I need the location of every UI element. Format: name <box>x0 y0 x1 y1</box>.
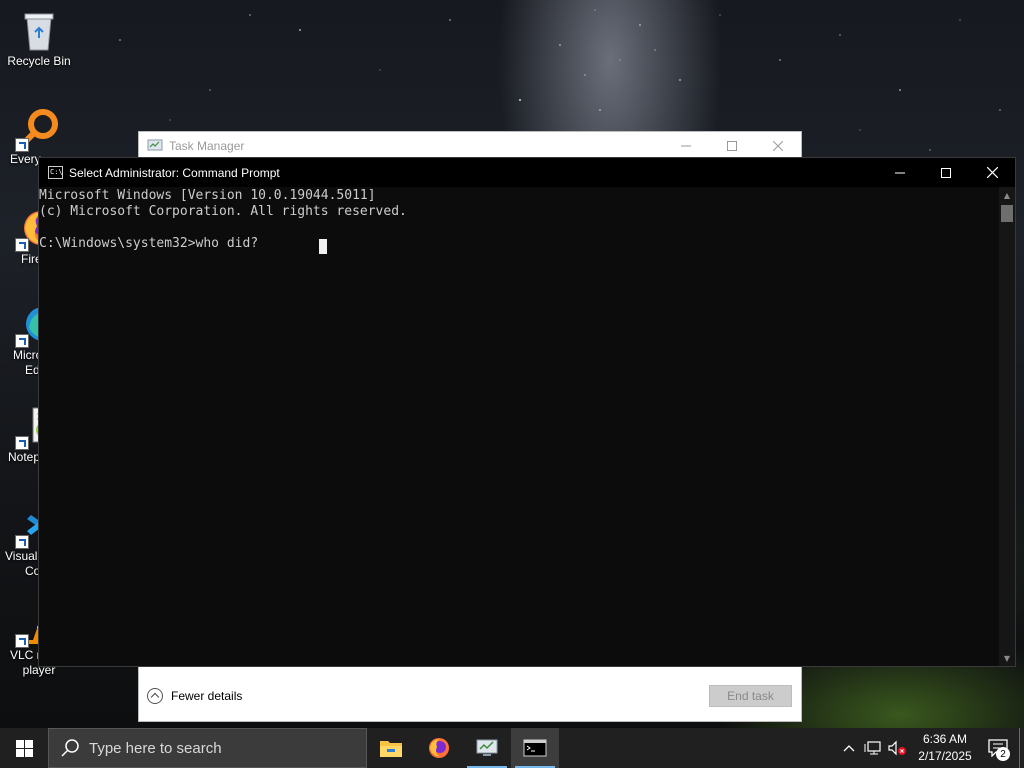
everything-search-icon <box>15 106 61 152</box>
taskbar-task-manager[interactable] <box>463 728 511 768</box>
minimize-icon <box>895 172 905 173</box>
file-explorer-icon <box>380 741 402 757</box>
close-icon <box>986 167 998 178</box>
close-button[interactable] <box>755 132 801 160</box>
notification-count-badge: 2 <box>996 747 1010 761</box>
shortcut-arrow-icon <box>15 238 29 252</box>
taskbar: Type here to search 6:36 AM 2/17/2025 2 <box>0 728 1024 768</box>
taskbar-file-explorer[interactable] <box>367 728 415 768</box>
start-button[interactable] <box>0 728 48 768</box>
minimize-button[interactable] <box>877 158 923 187</box>
command-prompt-title: Select Administrator: Command Prompt <box>69 165 280 180</box>
shortcut-arrow-icon <box>15 436 29 450</box>
show-desktop-button[interactable] <box>1019 728 1024 768</box>
desktop-icon-label: Recycle Bin <box>7 54 71 68</box>
end-task-button[interactable]: End task <box>709 685 792 707</box>
taskbar-firefox[interactable] <box>415 728 463 768</box>
console-output[interactable]: Microsoft Windows [Version 10.0.19044.50… <box>39 187 999 666</box>
volume-muted-icon <box>888 740 906 756</box>
system-tray: 6:36 AM 2/17/2025 2 <box>837 728 1024 768</box>
shortcut-arrow-icon <box>15 634 29 648</box>
command-prompt-window[interactable]: C:\ Select Administrator: Command Prompt… <box>38 157 1016 667</box>
recycle-bin-icon <box>17 8 61 52</box>
chevron-up-icon <box>843 745 855 752</box>
fewer-details-button[interactable]: Fewer details <box>147 688 242 704</box>
clock-date: 2/17/2025 <box>918 749 972 763</box>
minimize-button[interactable] <box>663 132 709 160</box>
task-manager-titlebar[interactable]: Task Manager <box>139 132 801 160</box>
firefox-icon <box>429 738 449 758</box>
shortcut-arrow-icon <box>15 334 29 348</box>
desktop-icon-recycle-bin[interactable]: Recycle Bin <box>0 8 78 69</box>
taskbar-command-prompt[interactable] <box>511 728 559 768</box>
maximize-icon <box>941 167 951 178</box>
network-button[interactable] <box>861 728 885 768</box>
text-cursor <box>319 239 327 254</box>
close-button[interactable] <box>969 158 1015 187</box>
scrollbar-thumb[interactable] <box>1001 205 1013 222</box>
minimize-icon <box>681 145 691 147</box>
shortcut-arrow-icon <box>15 535 29 549</box>
maximize-button[interactable] <box>709 132 755 160</box>
command-prompt-titlebar[interactable]: C:\ Select Administrator: Command Prompt <box>39 158 1015 187</box>
scroll-up-arrow-icon[interactable]: ▲ <box>999 188 1015 202</box>
clock-time: 6:36 AM <box>922 732 968 746</box>
action-center-button[interactable]: 2 <box>977 728 1019 768</box>
console-line: Microsoft Windows [Version 10.0.19044.50… <box>39 188 376 203</box>
chevron-up-circle-icon <box>147 688 163 704</box>
command-prompt-icon <box>523 739 547 757</box>
maximize-button[interactable] <box>923 158 969 187</box>
vertical-scrollbar[interactable]: ▲ ▼ <box>999 187 1015 666</box>
close-icon <box>773 141 783 151</box>
shortcut-arrow-icon <box>15 138 29 152</box>
search-icon <box>61 738 81 758</box>
task-manager-title: Task Manager <box>169 139 245 153</box>
taskbar-clock[interactable]: 6:36 AM 2/17/2025 <box>913 731 977 765</box>
console-line: (c) Microsoft Corporation. All rights re… <box>39 204 407 219</box>
fewer-details-label: Fewer details <box>171 689 243 703</box>
show-hidden-icons-button[interactable] <box>837 728 861 768</box>
task-manager-icon <box>147 139 163 153</box>
network-disconnected-icon <box>864 741 881 755</box>
volume-button[interactable] <box>885 728 909 768</box>
search-placeholder: Type here to search <box>89 739 222 757</box>
console-prompt-line: C:\Windows\system32>who did? <box>39 236 259 251</box>
task-manager-icon <box>476 739 498 756</box>
command-prompt-icon: C:\ <box>48 166 63 179</box>
taskbar-search-box[interactable]: Type here to search <box>48 728 367 768</box>
scroll-down-arrow-icon[interactable]: ▼ <box>999 651 1015 665</box>
task-manager-footer: Fewer details End task <box>139 671 801 721</box>
maximize-icon <box>727 141 737 151</box>
windows-logo-icon <box>15 739 33 757</box>
